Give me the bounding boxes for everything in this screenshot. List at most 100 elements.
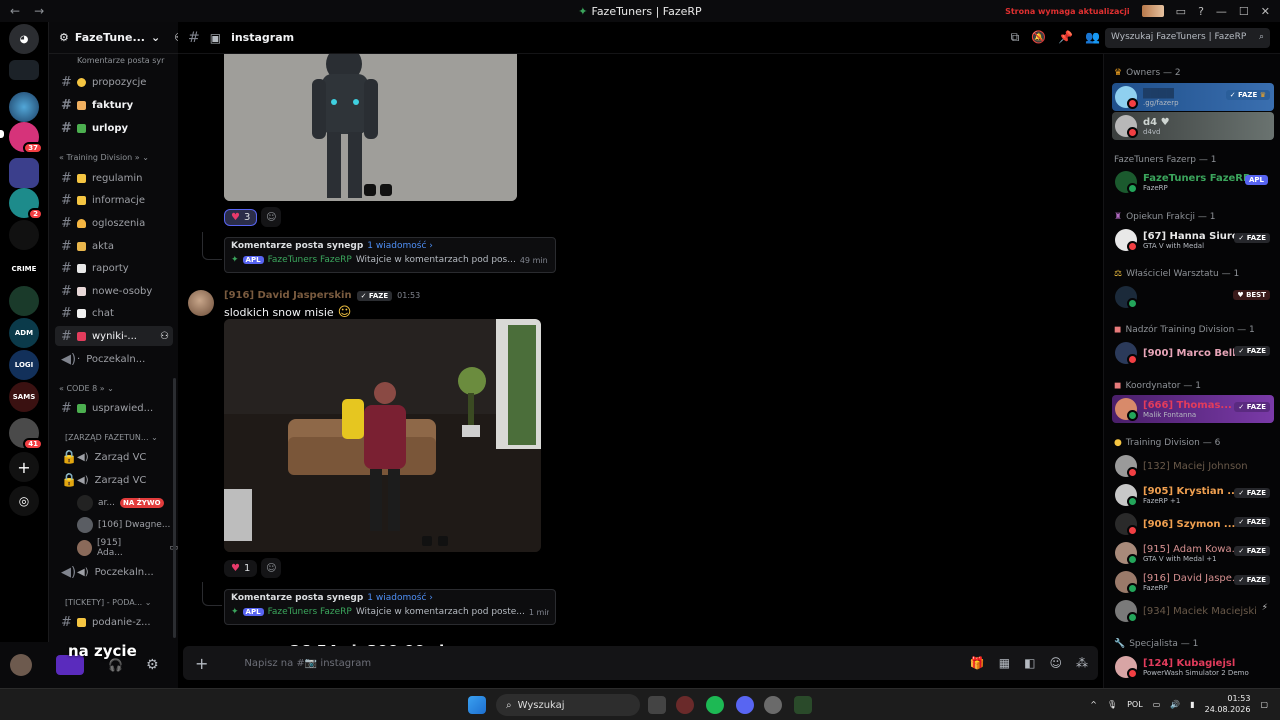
member-specjalista[interactable]: [124] KubagiejslerPowerWash Simulator 2 … [1112, 653, 1274, 681]
channel-raporty[interactable]: # raporty [55, 258, 173, 278]
channel-scrollbar[interactable] [173, 378, 176, 638]
taskbar-search[interactable]: ⌕ Wyszukaj [496, 694, 640, 716]
channel-chat[interactable]: # chat [55, 303, 173, 323]
member-td-1[interactable]: [132] Maciej Johnson [1112, 452, 1274, 480]
close-icon[interactable]: ✕ [1261, 5, 1270, 18]
attach-plus-icon[interactable]: + [195, 654, 208, 673]
settings-gear-icon[interactable]: ⚙ [146, 657, 159, 673]
maximize-icon[interactable]: ☐ [1239, 5, 1249, 18]
voice-channel-poczekalnia[interactable]: ◀) · Poczekaln... [55, 349, 173, 369]
voice-channel-zarzad-2[interactable]: 🔒 ◀) Zarząd VC [55, 470, 173, 490]
inbox-icon[interactable]: ▭ [1176, 5, 1186, 18]
member-hanna[interactable]: [67] Hanna SiurekGTA V with Medal ✓ FAZE [1112, 226, 1274, 254]
attachment-image-2[interactable] [224, 319, 541, 552]
search-input[interactable]: Wyszukaj FazeTuners | FazeRP ⌕ [1105, 27, 1270, 48]
author-avatar[interactable] [188, 290, 214, 316]
apps-icon[interactable]: ⁂ [1076, 656, 1088, 670]
voice-user-1[interactable]: ar... NA ŻYWO [77, 495, 164, 511]
heart-reaction[interactable]: ♥ 1 [224, 559, 258, 577]
channel-urlopy[interactable]: # urlopy [55, 118, 173, 138]
category-tickety[interactable]: [TICKETY] - PODA... ⌄ [65, 598, 151, 607]
add-reaction-icon[interactable]: ☺ [261, 207, 282, 227]
server-icon-8[interactable]: 41 [9, 418, 43, 450]
category-zarzad[interactable]: [ZARZĄD FAZETUN... ⌄ [65, 433, 158, 442]
server-header[interactable]: ⚙ FazeTune... ⌄ ⚇ [49, 22, 184, 54]
channel-propozycje[interactable]: # propozycje [55, 72, 173, 92]
member-fazetuners[interactable]: FazeTuners FazeRP FazeRP APL [1112, 168, 1274, 196]
voice-channel-zarzad-1[interactable]: 🔒 ◀) Zarząd VC [55, 447, 173, 467]
minimize-icon[interactable]: — [1216, 5, 1227, 18]
thread-preview-1[interactable]: Komentarze posta synegp 1 wiadomość › ✦ AP… [224, 237, 556, 273]
channel-usprawiedliwienia[interactable]: # usprawied... [55, 398, 173, 418]
thread-preview-2[interactable]: Komentarze posta synegp 1 wiadomość › ✦ AP… [224, 589, 556, 625]
server-icon-6[interactable] [9, 220, 39, 250]
server-icon-3[interactable]: 37 [9, 122, 43, 154]
discord-home-icon[interactable]: ◕ [9, 24, 39, 54]
add-server-icon[interactable]: + [9, 452, 39, 482]
channel-podanie[interactable]: # podanie-z... [55, 612, 173, 632]
windows-start-icon[interactable] [468, 696, 486, 714]
notification-icon[interactable]: ▢ [1260, 700, 1268, 709]
member-td-5[interactable]: [916] David Jaspe... FazeRP ✓ FAZE [1112, 568, 1274, 596]
chevron-up-icon[interactable]: ^ [1090, 700, 1097, 709]
member-td-4[interactable]: [915] Adam Kowa... GTA V with Medal +1 ✓ … [1112, 539, 1274, 567]
server-crime[interactable]: CRIME [9, 254, 39, 284]
add-member-icon[interactable]: ⚇ [160, 331, 169, 342]
app-icon-1[interactable] [676, 696, 694, 714]
voice-user-2[interactable]: [106] Dwagne... [77, 517, 170, 533]
server-sams[interactable]: SAMS [9, 382, 39, 412]
member-koordynator[interactable]: [666] Thomas... Malik Fontanna ✓ FAZE [1112, 395, 1274, 423]
member-bellini[interactable]: [900] Marco Bellini ✓ FAZE [1112, 339, 1274, 367]
category-training[interactable]: « Training Division » ⌄ [59, 153, 149, 162]
help-icon[interactable]: ? [1198, 5, 1204, 18]
member-wlasciciel[interactable]: ♥ BEST [1112, 283, 1274, 311]
microphone-icon[interactable]: 🎙 [1107, 700, 1117, 709]
channel-akta[interactable]: # akta [55, 236, 173, 256]
add-reaction-icon[interactable]: ☺ [261, 558, 282, 578]
clock[interactable]: 01:53 24.08.2026 [1205, 693, 1251, 715]
server-icon-1[interactable] [9, 60, 39, 80]
channel-faktury[interactable]: # faktury [55, 95, 173, 115]
discord-icon[interactable] [736, 696, 754, 714]
server-icon-4[interactable] [9, 158, 39, 188]
notification-bell-icon[interactable]: 🔕 [1031, 30, 1046, 45]
member-td-6[interactable]: [934] Maciek Maciejski ⚡ [1112, 597, 1274, 625]
attachment-image-1[interactable] [224, 54, 517, 201]
spotify-icon[interactable] [706, 696, 724, 714]
thread-link[interactable]: 1 wiadomość › [367, 241, 433, 251]
channel-regulamin[interactable]: # regulamin [55, 168, 173, 188]
channel-informacje[interactable]: # informacje [55, 190, 173, 210]
category-code8[interactable]: « CODE 8 » ⌄ [59, 384, 114, 393]
server-icon-5[interactable]: 2 [9, 188, 43, 220]
pin-icon[interactable]: 📌 [1058, 30, 1073, 45]
discover-icon[interactable]: ◎ [9, 486, 39, 516]
message-composer[interactable]: + Napisz na #📷 instagram 🎁 ▦ ◧ ☺ ⁂ [183, 646, 1098, 680]
volume-icon[interactable]: 🔊 [1170, 700, 1180, 709]
display-icon[interactable]: ▭ [1153, 700, 1161, 709]
channel-nowe-osoby[interactable]: # nowe-osoby [55, 281, 173, 301]
headphones-icon[interactable]: 🎧 [108, 658, 123, 672]
language-indicator[interactable]: POL [1127, 700, 1143, 709]
member-td-2[interactable]: [905] Krystian ... FazeRP +1 ✓ FAZE [1112, 481, 1274, 509]
threads-icon[interactable]: ⧉ [1011, 30, 1020, 45]
thread-fade[interactable]: Komentarze posta syr [77, 56, 164, 65]
user-avatar[interactable] [10, 654, 32, 676]
emoji-icon[interactable]: ☺ [1049, 656, 1062, 670]
task-view-icon[interactable] [648, 696, 666, 714]
heart-reaction[interactable]: ♥ 3 [224, 208, 258, 226]
sticker-icon[interactable]: ◧ [1024, 656, 1035, 670]
gif-icon[interactable]: ▦ [999, 656, 1010, 670]
battery-icon[interactable]: ▮ [1190, 700, 1194, 709]
voice-channel-poczekalnia-2[interactable]: ◀) ◀) Poczekaln... [55, 562, 173, 582]
server-logi[interactable]: LOGI [9, 350, 39, 380]
server-adm[interactable]: ADM [9, 318, 39, 348]
gift-icon[interactable]: 🎁 [970, 656, 985, 670]
message-input[interactable]: Napisz na #📷 instagram [244, 658, 371, 669]
app-icon-3[interactable] [794, 696, 812, 714]
voice-user-3[interactable]: [915] Ada...▭ [77, 538, 178, 558]
member-list-icon[interactable]: 👥 [1085, 30, 1100, 45]
member-td-3[interactable]: [906] Szymon ... ✓ FAZE [1112, 510, 1274, 538]
channel-wyniki[interactable]: # wyniki-... ⚇ [55, 326, 173, 346]
member-owner-1[interactable]: ████ .gg/fazerp ✓ FAZE ♛ [1112, 83, 1274, 111]
server-icon-7[interactable] [9, 286, 39, 316]
